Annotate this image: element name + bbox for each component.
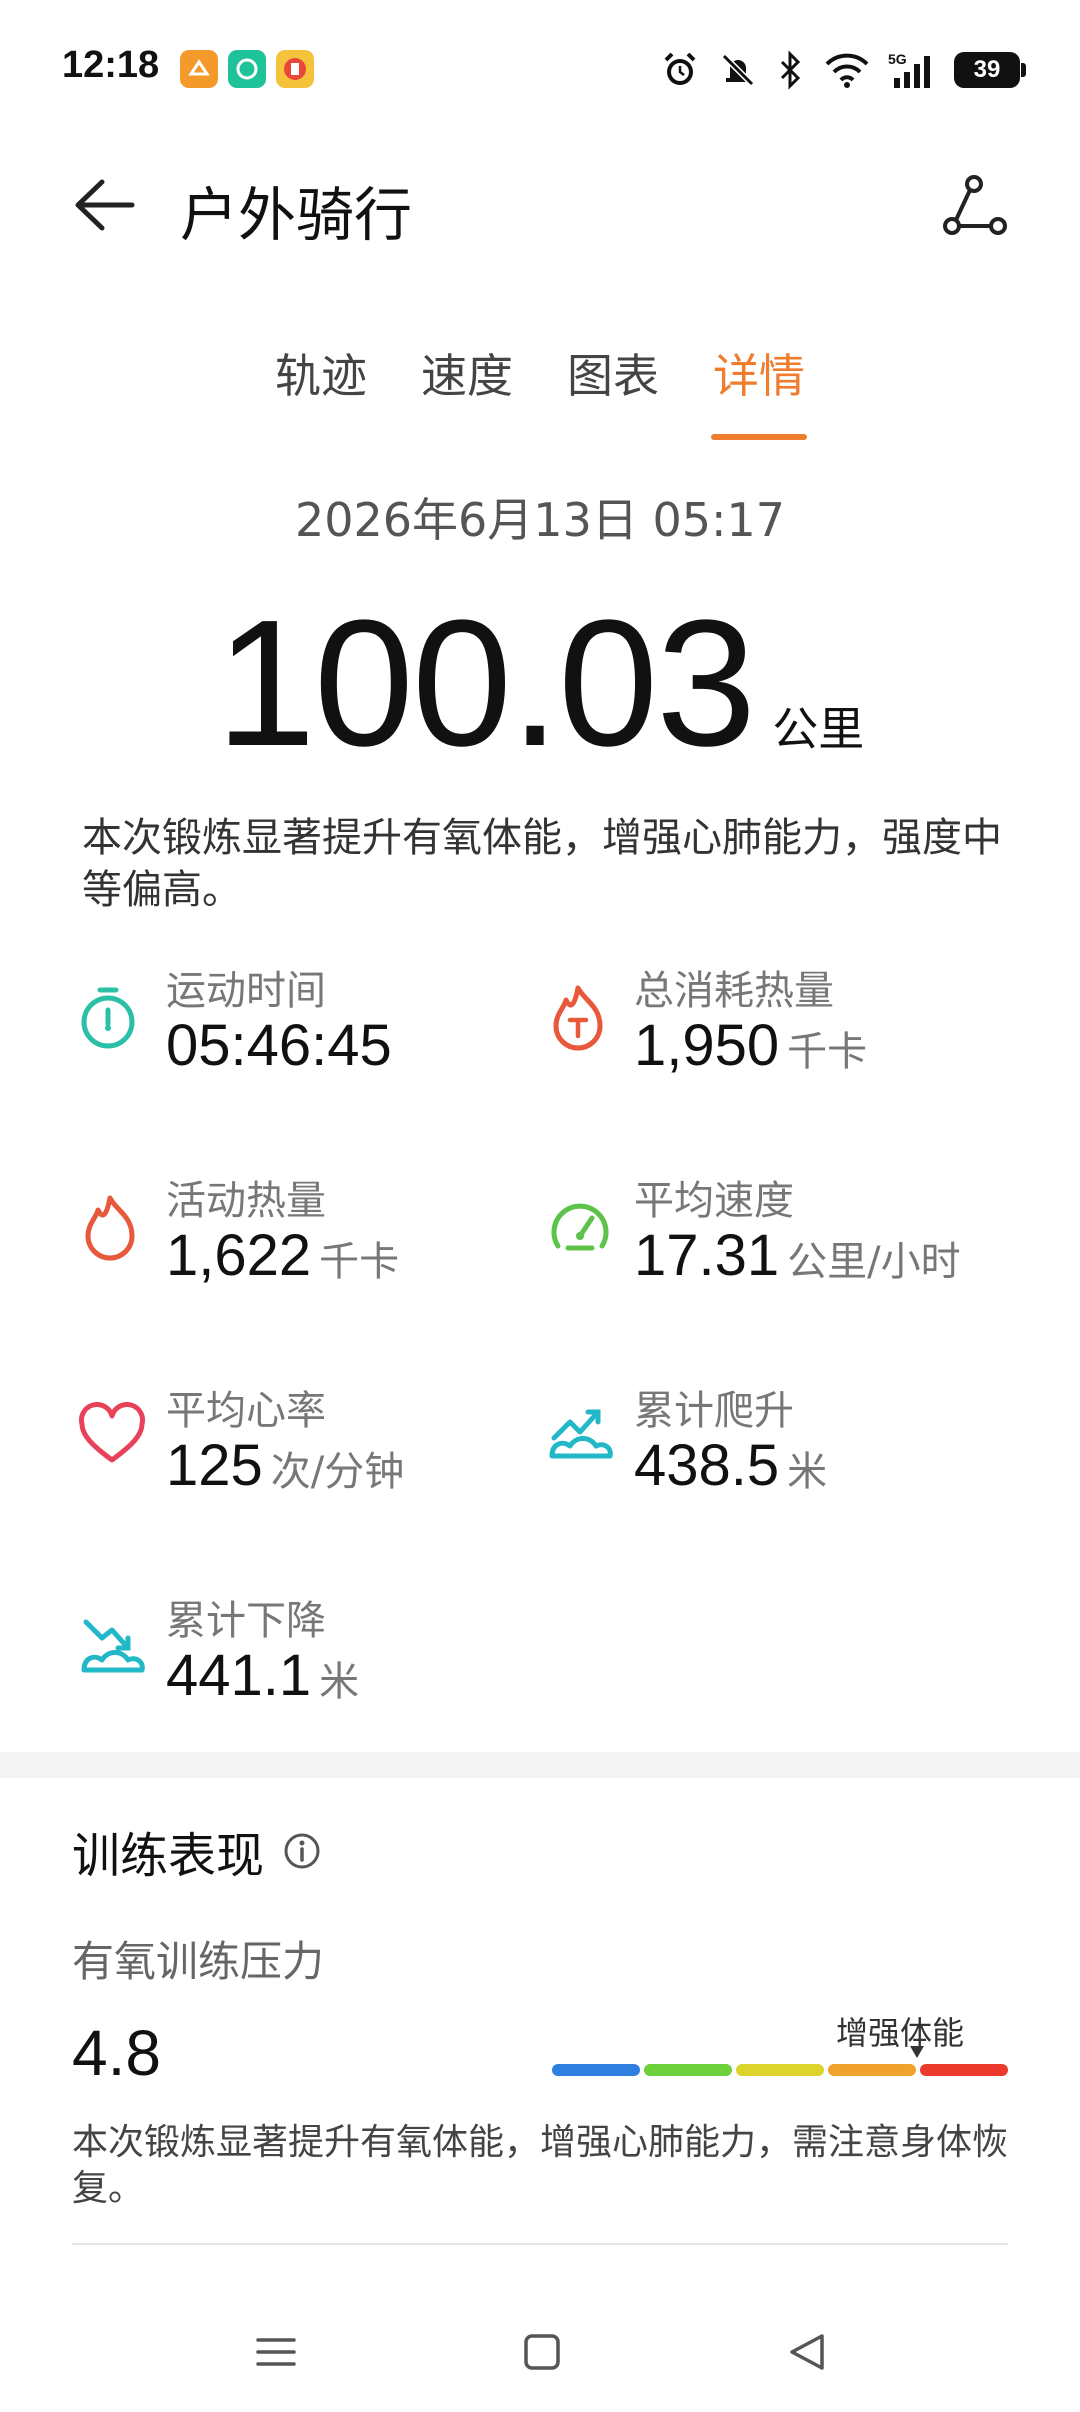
metric-label: 总消耗热量 [634,968,834,1014]
metric-unit: 次/分钟 [270,1449,405,1495]
tab-bar: 轨迹 速度 图表 详情 [0,340,1080,440]
content-divider [72,2243,1008,2245]
metric-value: 438.5 [634,1433,780,1498]
distance-value: 100.03 [215,583,757,784]
stopwatch-icon [81,987,135,1049]
scale-segment [736,2064,824,2076]
metric-unit: 千卡 [319,1239,400,1285]
metric-label: 累计下降 [166,1598,326,1644]
home-square-icon[interactable] [512,2322,572,2382]
metric-unit: 公里/小时 [787,1239,961,1285]
metric-unit: 千卡 [787,1029,868,1075]
metric-label: 平均心率 [166,1388,326,1434]
metric-value: 125 [166,1433,263,1498]
status-icons: 5G 39 [660,48,1026,92]
metric-total-calories: 总消耗热量 1,950 千卡 [546,958,1026,1088]
metric-avg-speed: 平均速度 17.31 公里/小时 [546,1168,1026,1298]
app-header: 户外骑行 [0,150,1080,260]
back-triangle-icon[interactable] [778,2322,838,2382]
metric-label: 活动热量 [166,1178,326,1224]
distance-unit: 公里 [772,702,865,756]
section-divider [0,1752,1080,1778]
scale-segment [828,2064,916,2076]
metric-total-ascent: 累计爬升 438.5 米 [546,1378,1026,1508]
menu-icon[interactable] [246,2322,306,2382]
metric-value: 1,950 [634,1013,780,1078]
alarm-icon [664,52,696,85]
notification-app-icon-2 [228,50,266,88]
battery-icon: 39 [954,52,1026,88]
metric-unit: 米 [787,1449,828,1495]
wifi-icon [825,53,869,88]
page-title: 户外骑行 [180,181,413,249]
flame-icon [85,1195,135,1261]
workout-date: 2026年6月13日 05:17 [294,493,786,547]
tab-speed[interactable]: 速度 [419,340,515,430]
aerobic-scale-bar [552,2064,1008,2076]
status-bar: 12:18 5G 39 [0,0,1080,140]
tab-track[interactable]: 轨迹 [273,340,369,430]
notification-app-icon-3 [276,50,314,88]
scale-marker [909,2046,924,2058]
bluetooth-icon [780,50,801,90]
metric-active-calories: 活动热量 1,622 千卡 [78,1168,558,1298]
metric-duration: 运动时间 05:46:45 [78,958,558,1088]
metric-value: 1,622 [166,1223,312,1288]
tab-chart[interactable]: 图表 [565,340,661,430]
descent-icon [81,1619,145,1673]
flame-t-icon [553,985,603,1051]
training-title: 训练表现 [72,1828,265,1884]
scale-segment [644,2064,732,2076]
route-share-icon[interactable] [940,172,1010,238]
aerobic-load-label: 有氧训练压力 [72,1937,325,1986]
system-nav-bar [0,2300,1080,2412]
heart-icon [78,1402,146,1463]
metric-avg-heart-rate: 平均心率 125 次/分钟 [78,1378,558,1508]
metric-value: 441.1 [166,1643,312,1708]
notification-app-icon-1 [180,50,218,88]
scale-level-label: 增强体能 [836,2014,965,2052]
aerobic-description: 本次锻炼显著提升有氧体能，增强心肺能力，需注意身体恢复。 [72,2122,1009,2209]
metric-unit: 米 [319,1659,360,1705]
arrow-left-icon[interactable] [70,172,140,238]
metric-label: 累计爬升 [634,1388,794,1434]
distance-display: 100.03 公里 [0,580,1080,787]
metric-label: 平均速度 [634,1178,794,1224]
metric-value: 17.31 [634,1223,780,1288]
speedometer-icon [551,1203,609,1251]
info-icon[interactable] [282,1831,322,1871]
climb-icon [549,1409,613,1459]
aerobic-load-value: 4.8 [72,2017,161,2089]
scale-segment [552,2064,640,2076]
tab-details[interactable]: 详情 [711,340,807,440]
status-time: 12:18 [62,44,160,86]
training-section-title: 训练表现 [72,1816,322,1886]
svg-text:5G: 5G [888,51,907,67]
metric-total-descent: 累计下降 441.1 米 [78,1588,558,1718]
metric-value: 05:46:45 [166,1013,392,1078]
5g-signal-icon: 5G [888,51,930,88]
mute-icon [721,53,755,87]
workout-summary: 本次锻炼显著提升有氧体能，增强心肺能力，强度中等偏高。 [82,815,1002,913]
scale-segment [920,2064,1008,2076]
metric-label: 运动时间 [166,968,326,1014]
